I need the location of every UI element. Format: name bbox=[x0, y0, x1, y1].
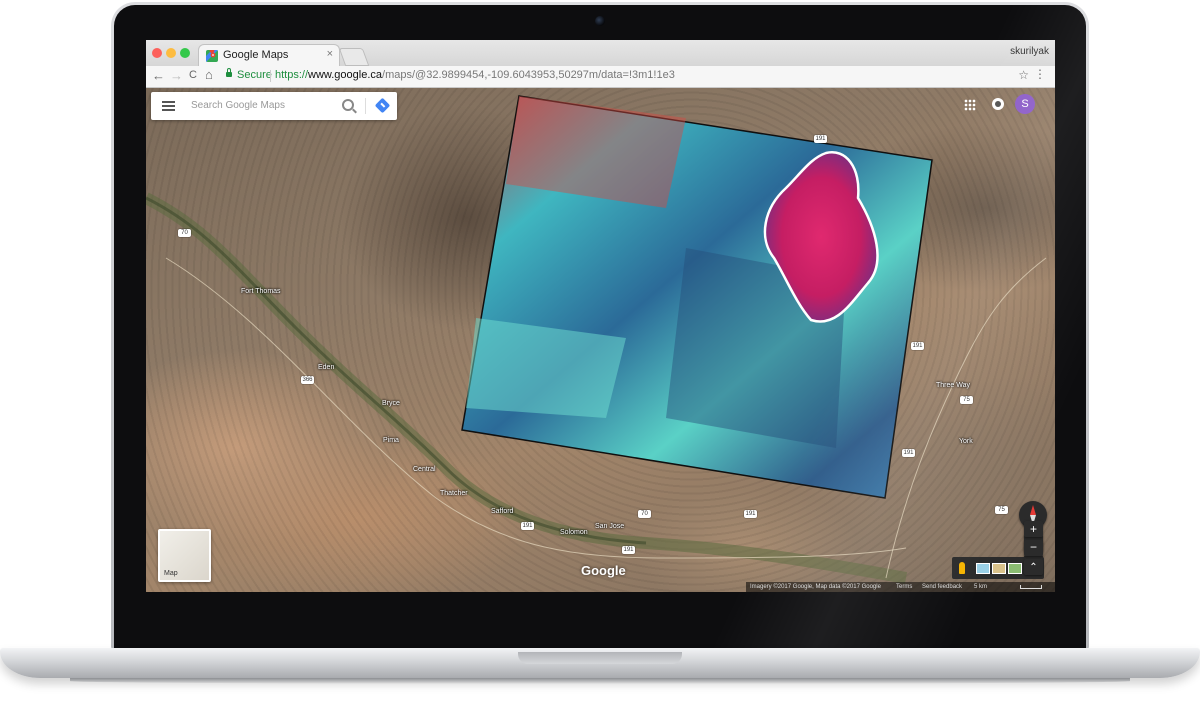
laptop-shadow bbox=[70, 678, 1130, 684]
browser-menu-icon[interactable]: ⋮ bbox=[1034, 67, 1046, 81]
apps-grid-icon[interactable] bbox=[964, 99, 976, 111]
search-icon[interactable] bbox=[342, 99, 354, 111]
zoom-out-button[interactable]: − bbox=[1024, 540, 1043, 556]
search-box: Search Google Maps bbox=[151, 92, 397, 120]
place-york[interactable]: York bbox=[959, 438, 973, 445]
bookmark-star-icon[interactable]: ☆ bbox=[1018, 68, 1029, 82]
browser-window: Google Maps × skurilyak ← → C ⌂ Secure h… bbox=[146, 40, 1055, 592]
route-shield-70-mid: 70 bbox=[638, 510, 651, 518]
pegman-icon[interactable] bbox=[959, 562, 965, 574]
route-shield-191-south: 191 bbox=[622, 546, 635, 554]
google-logo: Google bbox=[581, 563, 626, 578]
url-host: www.google.ca bbox=[308, 69, 383, 81]
route-shield-191-bottom: 191 bbox=[744, 510, 757, 518]
account-avatar[interactable]: S bbox=[1015, 94, 1035, 114]
place-safford[interactable]: Safford bbox=[491, 508, 513, 515]
place-solomon[interactable]: Solomon bbox=[560, 529, 588, 536]
map-overlay-graphics bbox=[146, 95, 1047, 584]
reload-button[interactable]: C bbox=[189, 69, 197, 81]
imagery-thumb-1[interactable] bbox=[976, 563, 990, 574]
tab-close-icon[interactable]: × bbox=[327, 48, 333, 60]
route-shield-70-west: 70 bbox=[178, 229, 191, 237]
place-bryce[interactable]: Bryce bbox=[382, 400, 400, 407]
route-shield-191-safford: 191 bbox=[521, 522, 534, 530]
forward-button[interactable]: → bbox=[170, 68, 183, 83]
omnibox-separator bbox=[270, 70, 271, 82]
route-shield-191-right: 191 bbox=[911, 342, 924, 350]
send-feedback-link[interactable]: Send feedback bbox=[922, 582, 962, 592]
scale-label[interactable]: 5 km bbox=[974, 582, 987, 592]
map-layer-label: Map bbox=[164, 570, 178, 577]
tab-title: Google Maps bbox=[223, 49, 289, 61]
new-tab-button[interactable] bbox=[338, 48, 370, 66]
place-pima[interactable]: Pima bbox=[383, 437, 399, 444]
webcam bbox=[595, 16, 605, 26]
zoom-in-button[interactable]: + bbox=[1024, 521, 1043, 537]
search-input[interactable]: Search Google Maps bbox=[191, 100, 285, 111]
place-fort-thomas[interactable]: Fort Thomas bbox=[241, 288, 281, 295]
satellite-map[interactable]: Fort Thomas Eden Bryce Pima Central That… bbox=[146, 88, 1055, 592]
route-shield-366: 366 bbox=[301, 376, 314, 384]
laptop-notch bbox=[518, 652, 682, 664]
url-field[interactable]: https://www.google.ca/maps/@32.9899454,-… bbox=[275, 69, 675, 81]
expand-imagery-button[interactable]: ⌃ bbox=[1024, 559, 1043, 575]
lock-icon bbox=[226, 68, 232, 77]
imagery-thumb-3[interactable] bbox=[1008, 563, 1022, 574]
route-shield-191-top: 191 bbox=[814, 135, 827, 143]
search-divider bbox=[365, 98, 366, 114]
url-scheme: https:// bbox=[275, 69, 309, 81]
home-button[interactable]: ⌂ bbox=[205, 67, 213, 82]
close-window-button[interactable] bbox=[152, 48, 162, 58]
attribution-bar: Imagery ©2017 Google, Map data ©2017 Goo… bbox=[746, 582, 1055, 592]
profile-name[interactable]: skurilyak bbox=[1010, 46, 1049, 57]
address-bar: ← → C ⌂ Secure https://www.google.ca/map… bbox=[146, 66, 1055, 88]
route-shield-75-a: 75 bbox=[960, 396, 973, 404]
place-eden[interactable]: Eden bbox=[318, 364, 334, 371]
google-maps-favicon-icon bbox=[206, 50, 218, 62]
terms-link[interactable]: Terms bbox=[896, 582, 912, 592]
back-button[interactable]: ← bbox=[152, 68, 165, 83]
scale-bar bbox=[1020, 585, 1042, 589]
map-layer-toggle[interactable]: Map bbox=[158, 529, 211, 582]
minimize-window-button[interactable] bbox=[166, 48, 176, 58]
maximize-window-button[interactable] bbox=[180, 48, 190, 58]
tab-strip: Google Maps × skurilyak bbox=[146, 40, 1055, 67]
route-shield-75-b: 75 bbox=[995, 506, 1008, 514]
place-central[interactable]: Central bbox=[413, 466, 436, 473]
place-three-way[interactable]: Three Way bbox=[936, 382, 970, 389]
imagery-credit: Imagery ©2017 Google, Map data ©2017 Goo… bbox=[750, 584, 881, 590]
place-thatcher[interactable]: Thatcher bbox=[440, 490, 468, 497]
url-path: /maps/@32.9899454,-109.6043953,50297m/da… bbox=[382, 69, 675, 81]
route-shield-191-lower: 191 bbox=[902, 449, 915, 457]
directions-icon[interactable] bbox=[374, 97, 391, 114]
tab-google-maps[interactable]: Google Maps × bbox=[198, 44, 340, 67]
place-san-jose[interactable]: San Jose bbox=[595, 523, 624, 530]
imagery-thumb-2[interactable] bbox=[992, 563, 1006, 574]
secure-label: Secure bbox=[237, 69, 272, 81]
hamburger-menu-icon[interactable] bbox=[162, 101, 175, 111]
notifications-icon[interactable] bbox=[992, 98, 1004, 110]
